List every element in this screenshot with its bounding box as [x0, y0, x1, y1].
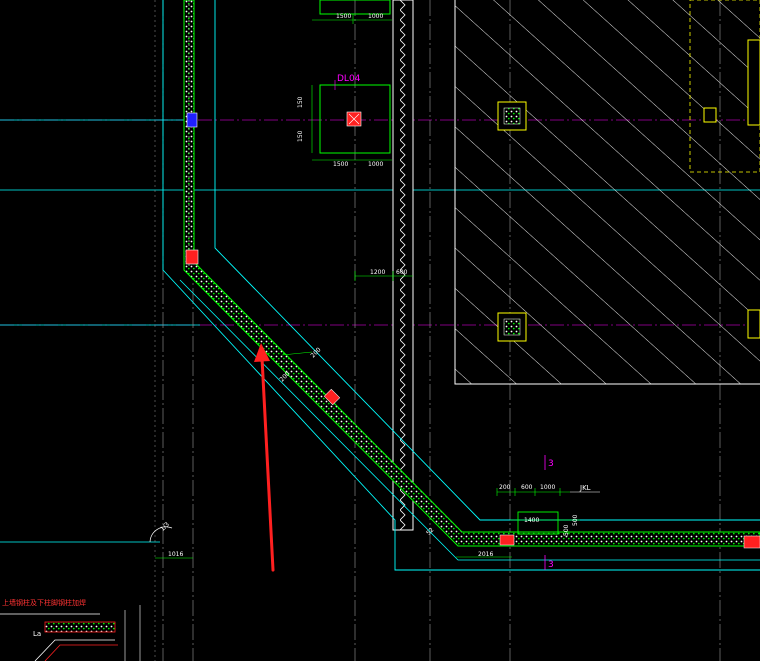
footnote-title: 上墙钢柱及下柱脚钢柱加焊	[2, 598, 86, 607]
dim-beam-c: 1000	[540, 484, 555, 491]
dim-bottom-left: 1016	[168, 551, 183, 558]
dim-top-b: 1000	[368, 13, 383, 20]
cad-drawing: 1500 1000 DL04 1500 1000 150 150 1200 60…	[0, 0, 760, 661]
column-tag: DL04	[337, 74, 361, 84]
beam-detail	[456, 455, 760, 570]
dim-side-b: 150	[297, 130, 304, 142]
dim-wall-a: 1200	[370, 269, 385, 276]
dim-beam-a: 200	[499, 484, 511, 491]
dim-side-a: 150	[297, 96, 304, 108]
dim-top-a: 1500	[336, 13, 351, 20]
section-mark-2: 3	[548, 560, 554, 570]
column-detail-top	[312, 0, 392, 24]
vertical-wall	[392, 0, 414, 531]
dim-beam-b: 600	[521, 484, 533, 491]
red-arrow-annotation	[254, 343, 275, 572]
la-label: La	[33, 630, 41, 638]
dim-beam-h: 1400	[524, 517, 539, 524]
section-mark-1: 3	[548, 459, 554, 469]
dim-beam-v2: 500	[572, 514, 579, 526]
angle-label: 1/3	[159, 521, 171, 533]
footnote-detail	[0, 605, 141, 661]
dim-diag-a: 200	[309, 346, 322, 359]
dim-beam-v1: 500	[563, 524, 570, 536]
dim-mid-b: 1000	[368, 161, 383, 168]
diag-dim-line	[281, 351, 313, 356]
dim-wall-b: 600	[396, 269, 408, 276]
dim-mid-a: 1500	[333, 161, 348, 168]
dim-bottom-mid: 2016	[478, 551, 493, 558]
beam-tag: JKL	[579, 484, 591, 492]
column-marker-blue	[186, 112, 198, 128]
column-marker-corner	[185, 249, 199, 265]
